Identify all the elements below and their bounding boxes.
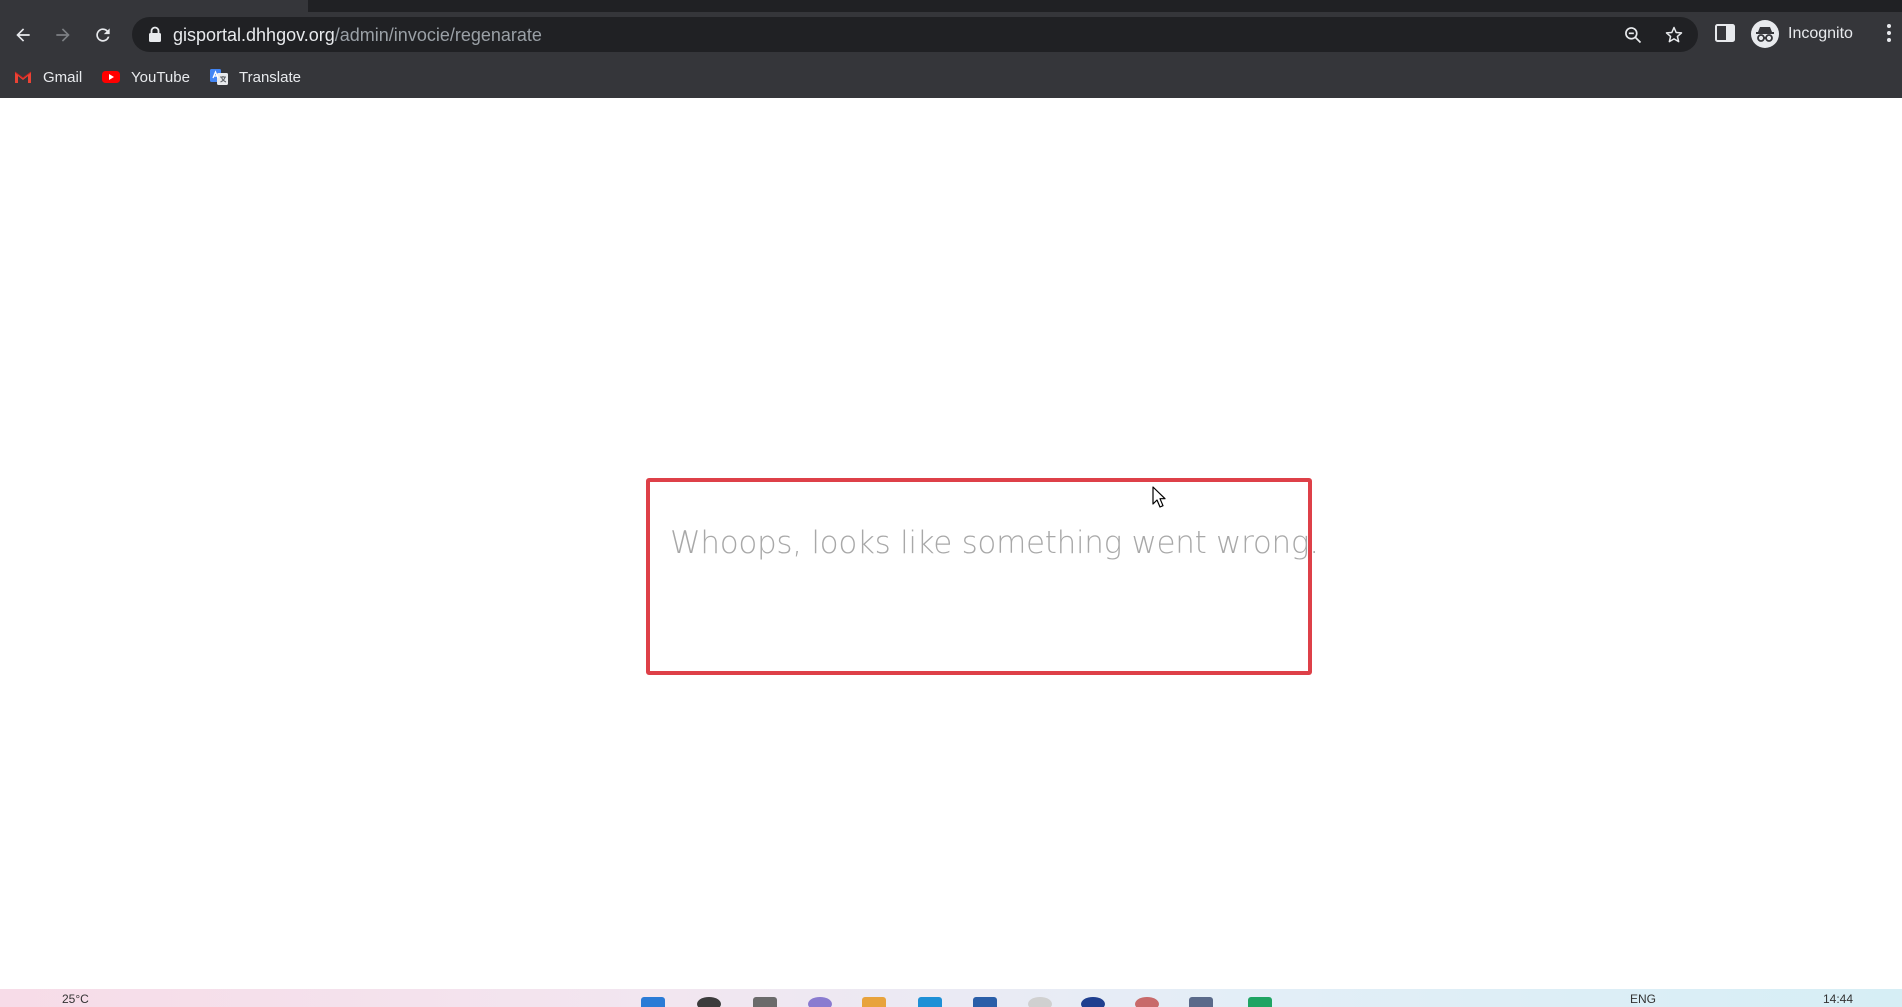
arrow-right-icon [56,28,70,42]
bookmark-gmail[interactable]: Gmail [13,65,82,89]
clock[interactable]: 14:44 [1823,992,1853,1006]
edge-icon[interactable] [918,997,942,1007]
language-indicator[interactable]: ENG [1630,992,1656,1006]
terminal-icon[interactable] [1189,997,1213,1007]
app-icon[interactable] [1028,997,1052,1007]
bookmark-label: YouTube [131,68,190,86]
browser-app-icon[interactable] [1081,997,1105,1007]
more-menu-icon[interactable] [1878,22,1900,44]
error-message: Whoops, looks like something went wrong. [670,525,1319,561]
chat-icon[interactable] [808,997,832,1007]
reload-button[interactable] [90,22,116,48]
zoom-out-icon [1625,27,1642,44]
task-view-icon[interactable] [753,997,777,1007]
arrow-left-icon [16,28,30,42]
address-url[interactable]: gisportal.dhhgov.org/admin/invocie/regen… [173,25,542,45]
gmail-icon [14,71,32,83]
store-icon[interactable] [973,997,997,1007]
profile-label: Incognito [1788,25,1853,42]
search-icon[interactable] [697,997,721,1007]
weather-temp[interactable]: 25°C [62,992,89,1006]
translate-icon [210,69,228,85]
bookmarks-bar: Gmail YouTube Translate [0,57,1902,98]
incognito-icon [1751,20,1779,48]
zoom-button[interactable] [1622,24,1644,46]
browser-toolbar: gisportal.dhhgov.org/admin/invocie/regen… [0,12,1902,57]
back-button[interactable] [10,22,36,48]
mouse-cursor-icon [1152,486,1166,508]
tab-strip [0,0,1902,12]
side-panel-icon[interactable] [1714,22,1736,44]
lock-icon [149,26,161,42]
bookmark-youtube[interactable]: YouTube [101,65,190,89]
bookmark-star-button[interactable] [1663,24,1685,46]
file-explorer-icon[interactable] [862,997,886,1007]
sheets-icon[interactable] [1248,997,1272,1007]
youtube-icon [102,71,120,83]
url-host: gisportal.dhhgov.org [173,25,335,45]
star-icon [1665,26,1683,43]
bookmark-label: Gmail [43,68,83,86]
active-tab[interactable] [0,0,308,12]
error-panel: Whoops, looks like something went wrong. [646,478,1319,675]
forward-button[interactable] [50,22,76,48]
page-viewport: Whoops, looks like something went wrong. [0,98,1902,989]
reload-icon [96,28,110,42]
url-path: /admin/invocie/regenarate [334,25,542,45]
profile-button[interactable]: Incognito [1751,17,1853,51]
bookmark-translate[interactable]: Translate [209,65,301,89]
address-bar[interactable]: gisportal.dhhgov.org/admin/invocie/regen… [132,17,1698,52]
os-taskbar: 25°C ENG 14:44 [0,989,1902,1007]
chrome-icon[interactable] [1135,997,1159,1007]
start-icon[interactable] [641,997,665,1007]
bookmark-label: Translate [239,68,301,86]
